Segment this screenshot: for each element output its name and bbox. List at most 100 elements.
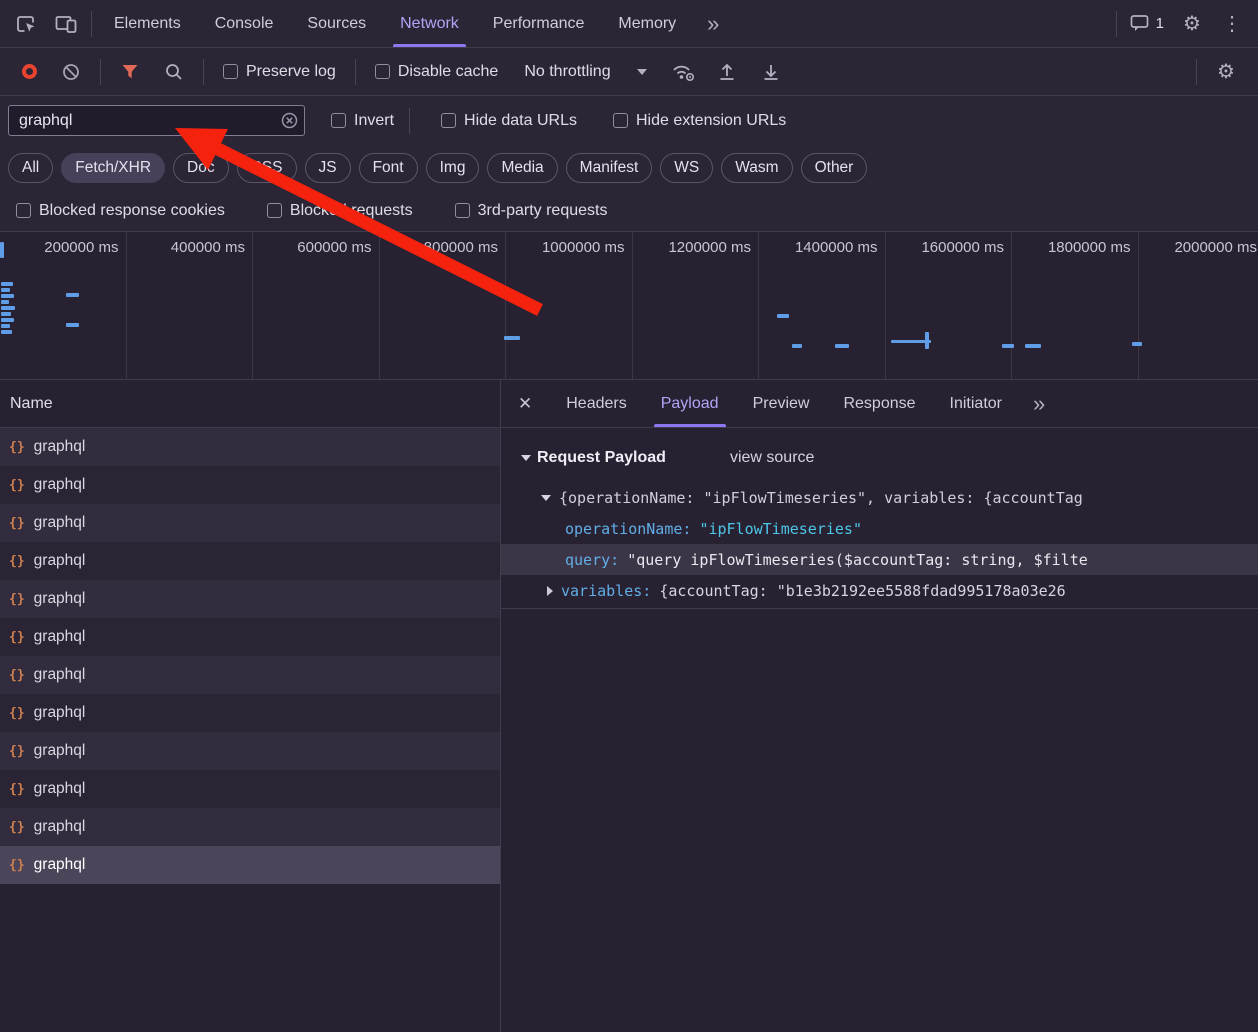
request-row[interactable]: {} graphql [0,732,500,770]
view-source-link[interactable]: view source [730,449,814,467]
invert-filter-checkbox[interactable]: Invert [321,112,404,130]
request-row[interactable]: {} graphql [0,466,500,504]
json-row-variables[interactable]: variables: {accountTag: "b1e3b2192ee5588… [501,575,1258,606]
request-row[interactable]: {} graphql [0,846,500,884]
request-type-chip[interactable]: WS [660,153,713,183]
request-payload-section[interactable]: Request Payload view source [501,440,1258,476]
main-tab-bar: ElementsConsoleSourcesNetworkPerformance… [0,0,1258,48]
inspect-element-icon[interactable] [6,4,46,44]
clear-network-log-icon[interactable] [51,52,91,92]
close-details-icon[interactable]: ✕ [501,394,549,414]
disable-cache-checkbox[interactable]: Disable cache [365,63,509,81]
request-type-chip[interactable]: Wasm [721,153,792,183]
json-row-operation-name[interactable]: operationName: "ipFlowTimeseries" [501,513,1258,544]
request-row[interactable]: {} graphql [0,770,500,808]
request-type-chip[interactable]: Font [359,153,418,183]
request-type-chip[interactable]: Fetch/XHR [61,153,165,183]
request-row[interactable]: {} graphql [0,808,500,846]
request-name: graphql [34,666,86,684]
request-row[interactable]: {} graphql [0,428,500,466]
json-key: operationName: [565,520,691,538]
filter-funnel-icon[interactable] [110,52,150,92]
device-toolbar-icon[interactable] [46,4,86,44]
request-type-chip[interactable]: Img [426,153,480,183]
details-tab[interactable]: Headers [549,380,643,427]
request-name: graphql [34,438,86,456]
json-root-row[interactable]: {operationName: "ipFlowTimeseries", vari… [501,482,1258,513]
divider [409,108,410,134]
fetch-xhr-icon: {} [9,630,25,645]
request-name: graphql [34,818,86,836]
details-tab[interactable]: Payload [644,380,736,427]
request-row[interactable]: {} graphql [0,580,500,618]
fetch-xhr-icon: {} [9,554,25,569]
record-network-log-button[interactable] [22,64,37,79]
main-panel-tab[interactable]: Memory [601,0,693,47]
request-row[interactable]: {} graphql [0,542,500,580]
main-panel-tab[interactable]: Console [198,0,291,47]
hide-extension-urls-checkbox[interactable]: Hide extension URLs [603,112,796,130]
import-har-icon[interactable] [707,52,747,92]
request-type-chip[interactable]: CSS [237,153,297,183]
request-type-chip[interactable]: Other [801,153,868,183]
request-row[interactable]: {} graphql [0,656,500,694]
request-type-chip[interactable]: Doc [173,153,229,183]
clear-filter-icon[interactable] [281,112,298,129]
network-conditions-icon[interactable] [663,52,703,92]
export-har-icon[interactable] [751,52,791,92]
filter-input-wrapper [8,105,305,136]
fetch-xhr-icon: {} [9,516,25,531]
search-icon[interactable] [154,52,194,92]
request-type-chip[interactable]: Manifest [566,153,653,183]
request-type-chip[interactable]: All [8,153,53,183]
more-menu-icon[interactable]: ⋮ [1212,4,1252,44]
checkbox-box [375,64,390,79]
divider [1116,11,1117,37]
issues-button[interactable]: 1 [1122,14,1172,33]
advanced-filter-checkbox[interactable]: Blocked requests [257,202,423,220]
request-type-chip[interactable]: Media [487,153,557,183]
filter-bar: Invert Hide data URLs Hide extension URL… [0,96,1258,145]
settings-gear-icon[interactable]: ⚙ [1172,4,1212,44]
hide-data-urls-checkbox[interactable]: Hide data URLs [431,112,587,130]
json-root-preview: {operationName: "ipFlowTimeseries", vari… [559,489,1083,507]
divider [91,11,92,37]
main-panel-tab[interactable]: Performance [476,0,602,47]
filter-input[interactable] [17,111,281,131]
request-name: graphql [34,514,86,532]
request-row[interactable]: {} graphql [0,618,500,656]
main-panel-tab[interactable]: Elements [97,0,198,47]
network-settings-gear-icon[interactable]: ⚙ [1206,52,1246,92]
request-row[interactable]: {} graphql [0,504,500,542]
fetch-xhr-icon: {} [9,858,25,873]
request-name: graphql [34,856,86,874]
more-panels-icon[interactable]: » [693,13,733,35]
expand-triangle-icon[interactable] [541,495,551,501]
fetch-xhr-icon: {} [9,440,25,455]
json-row-query[interactable]: query: "query ipFlowTimeseries($accountT… [501,544,1258,575]
name-column-header[interactable]: Name [0,380,500,428]
details-tab[interactable]: Initiator [933,380,1019,427]
main-panel-tab[interactable]: Network [383,0,476,47]
tabbar-right-cluster: 1 ⚙ ⋮ [1111,4,1252,44]
throttling-dropdown[interactable]: No throttling [512,63,658,81]
chevron-down-icon [637,69,647,80]
network-overview-timeline[interactable]: 200000 ms400000 ms600000 ms800000 ms1000… [0,232,1258,380]
request-name: graphql [34,552,86,570]
request-type-chip[interactable]: JS [305,153,351,183]
divider [203,59,204,85]
json-value: "ipFlowTimeseries" [699,520,862,538]
collapse-triangle-icon [521,455,531,461]
more-details-tabs-icon[interactable]: » [1019,393,1059,415]
details-tab[interactable]: Preview [736,380,827,427]
advanced-filter-checkbox[interactable]: Blocked response cookies [6,202,235,220]
checkbox-box [441,113,456,128]
devtools-window: ElementsConsoleSourcesNetworkPerformance… [0,0,1258,1032]
expand-triangle-icon[interactable] [547,586,553,596]
advanced-filter-checkbox[interactable]: 3rd-party requests [445,202,618,220]
preserve-log-checkbox[interactable]: Preserve log [213,63,346,81]
checkbox-box [267,203,282,218]
details-tab[interactable]: Response [826,380,932,427]
request-row[interactable]: {} graphql [0,694,500,732]
main-panel-tab[interactable]: Sources [290,0,383,47]
